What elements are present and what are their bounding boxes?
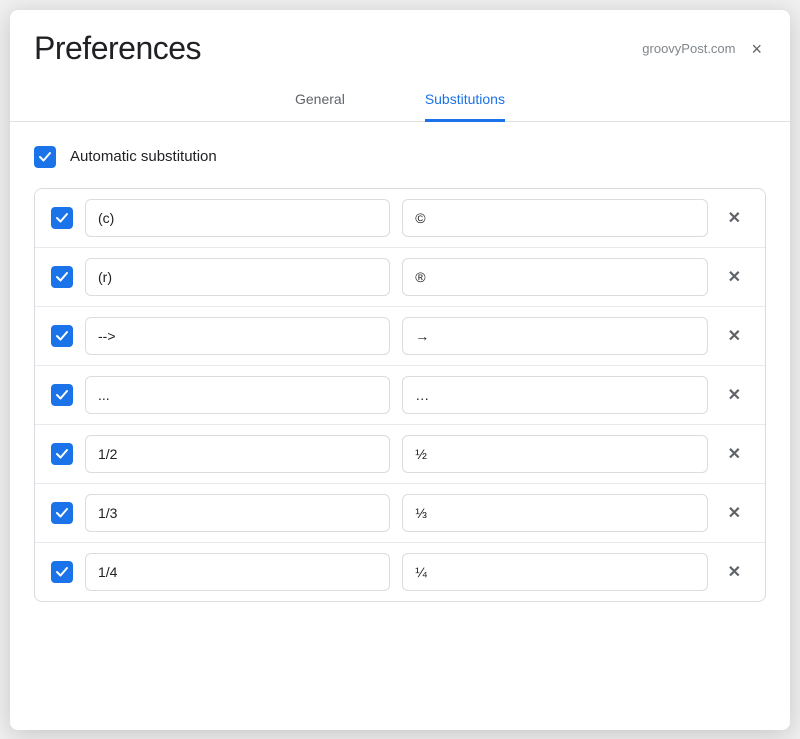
header-right: groovyPost.com ×: [642, 38, 766, 60]
from-field-5[interactable]: [85, 435, 390, 473]
table-row: ✕: [35, 307, 765, 366]
to-field-1[interactable]: [402, 199, 707, 237]
auto-substitution-label: Automatic substitution: [70, 148, 217, 165]
row-checkbox-4[interactable]: [51, 384, 73, 406]
substitutions-table: ✕ ✕: [34, 188, 766, 602]
delete-button-3[interactable]: ✕: [720, 322, 749, 350]
table-row: ✕: [35, 425, 765, 484]
from-field-1[interactable]: [85, 199, 390, 237]
auto-substitution-checkbox[interactable]: [34, 146, 56, 168]
from-field-7[interactable]: [85, 553, 390, 591]
dialog-title: Preferences: [34, 30, 201, 67]
preferences-dialog: Preferences groovyPost.com × General Sub…: [10, 10, 790, 730]
dialog-header: Preferences groovyPost.com ×: [10, 10, 790, 67]
to-field-4[interactable]: [402, 376, 707, 414]
to-field-2[interactable]: [402, 258, 707, 296]
auto-substitution-row: Automatic substitution: [34, 146, 766, 168]
to-field-6[interactable]: [402, 494, 707, 532]
close-button[interactable]: ×: [747, 38, 766, 60]
row-checkbox-5[interactable]: [51, 443, 73, 465]
delete-button-1[interactable]: ✕: [720, 204, 749, 232]
row-checkbox-6[interactable]: [51, 502, 73, 524]
substitutions-scroll[interactable]: ✕ ✕: [35, 189, 765, 601]
tab-general[interactable]: General: [295, 91, 345, 122]
delete-button-6[interactable]: ✕: [720, 499, 749, 527]
to-field-3[interactable]: [402, 317, 707, 355]
delete-button-4[interactable]: ✕: [720, 381, 749, 409]
site-label: groovyPost.com: [642, 41, 735, 56]
table-row: ✕: [35, 543, 765, 601]
table-row: ✕: [35, 366, 765, 425]
tab-substitutions[interactable]: Substitutions: [425, 91, 505, 122]
row-checkbox-1[interactable]: [51, 207, 73, 229]
tab-content: Automatic substitution ✕: [10, 122, 790, 626]
row-checkbox-7[interactable]: [51, 561, 73, 583]
from-field-2[interactable]: [85, 258, 390, 296]
row-checkbox-3[interactable]: [51, 325, 73, 347]
to-field-5[interactable]: [402, 435, 707, 473]
delete-button-7[interactable]: ✕: [720, 558, 749, 586]
row-checkbox-2[interactable]: [51, 266, 73, 288]
delete-button-5[interactable]: ✕: [720, 440, 749, 468]
table-row: ✕: [35, 484, 765, 543]
to-field-7[interactable]: [402, 553, 707, 591]
from-field-4[interactable]: [85, 376, 390, 414]
table-row: ✕: [35, 189, 765, 248]
tabs-bar: General Substitutions: [10, 75, 790, 122]
from-field-3[interactable]: [85, 317, 390, 355]
from-field-6[interactable]: [85, 494, 390, 532]
delete-button-2[interactable]: ✕: [720, 263, 749, 291]
table-row: ✕: [35, 248, 765, 307]
